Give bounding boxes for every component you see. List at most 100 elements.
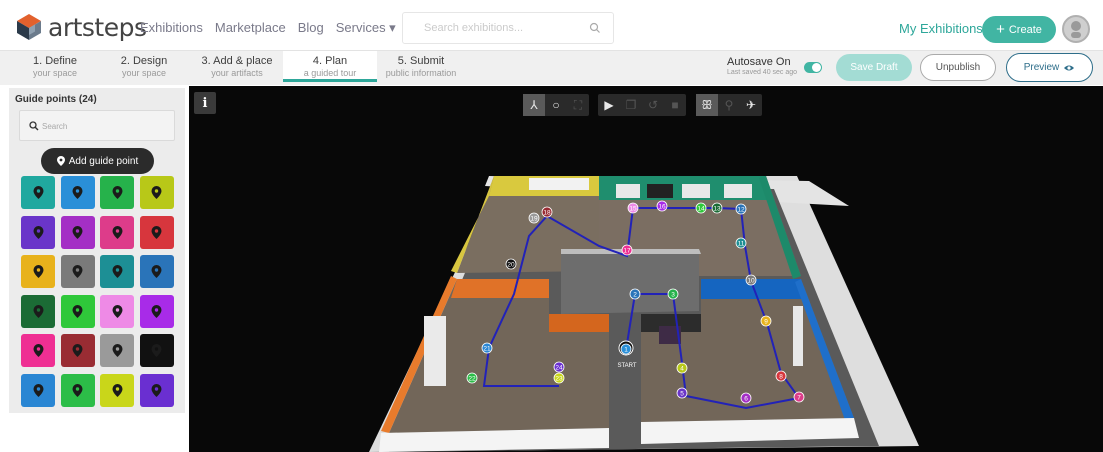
route-guide-point[interactable]: 4 (676, 362, 688, 374)
map-pin-icon (112, 384, 122, 397)
top-navbar: artsteps Exhibitions Marketplace Blog Se… (0, 0, 1103, 52)
guide-points-search-input[interactable] (42, 122, 152, 131)
guide-point-tile[interactable] (100, 176, 134, 209)
route-guide-point[interactable]: 19 (528, 212, 540, 224)
play-tour-icon[interactable]: ▶ (598, 94, 620, 116)
guide-point-tile[interactable] (60, 215, 95, 249)
route-guide-point[interactable]: 11 (735, 237, 747, 249)
guide-point-tile[interactable] (60, 374, 95, 407)
route-guide-point[interactable]: 16 (656, 200, 668, 212)
my-exhibitions-link[interactable]: My Exhibitions (899, 21, 983, 36)
guide-point-tile[interactable] (139, 176, 174, 209)
route-guide-point[interactable]: 21 (481, 342, 493, 354)
nav-marketplace[interactable]: Marketplace (215, 20, 286, 36)
preview-button[interactable]: Preview (1006, 53, 1093, 82)
copy-icon[interactable]: ❐ (620, 94, 642, 116)
route-guide-point[interactable]: 9 (760, 315, 772, 327)
fullscreen-icon[interactable]: ⛶ (567, 94, 589, 116)
guide-point-tile[interactable] (60, 334, 95, 368)
artsteps-logo[interactable]: artsteps (14, 12, 147, 42)
guide-point-tile[interactable] (139, 334, 174, 368)
guide-point-tile[interactable] (60, 176, 95, 209)
create-button[interactable]: + Create (982, 16, 1056, 43)
step-add-place[interactable]: 3. Add & place your artifacts (190, 55, 284, 78)
route-guide-point[interactable]: 24 (553, 361, 565, 373)
undo-icon[interactable]: ↺ (642, 94, 664, 116)
search-icon (29, 121, 39, 131)
svg-text:1: 1 (624, 347, 628, 354)
route-guide-point[interactable]: 10 (745, 274, 757, 286)
drone-view-icon[interactable]: ✈ (740, 94, 762, 116)
svg-text:17: 17 (623, 248, 631, 255)
route-guide-point[interactable]: 8 (775, 370, 787, 382)
svg-text:11: 11 (738, 241, 745, 248)
step-design[interactable]: 2. Design your space (97, 55, 191, 78)
map-pin-icon (151, 304, 162, 318)
route-guide-point[interactable]: 2 (629, 288, 641, 300)
add-guide-point-button[interactable]: Add guide point (41, 148, 154, 174)
guide-point-tile[interactable] (60, 294, 95, 328)
route-guide-point[interactable]: 7 (793, 391, 805, 403)
svg-text:10: 10 (747, 278, 755, 285)
orbit-view-icon[interactable]: ꕥ (696, 94, 718, 116)
guide-point-tile[interactable] (21, 215, 55, 249)
route-guide-point[interactable]: 15 (627, 202, 639, 214)
route-guide-point[interactable]: 6 (740, 392, 752, 404)
route-guide-point[interactable]: 3 (667, 288, 679, 300)
route-guide-point[interactable]: 13 (711, 202, 723, 214)
move-icon[interactable]: ⅄ (523, 94, 545, 116)
walk-view-icon[interactable]: ⚲ (718, 94, 740, 116)
search-input[interactable] (424, 22, 584, 34)
route-guide-point[interactable]: 20 (505, 258, 517, 270)
search-icon[interactable] (589, 22, 601, 34)
guide-point-tile[interactable] (100, 294, 134, 328)
route-guide-point[interactable]: 5 (676, 387, 688, 399)
route-guide-point[interactable]: 14 (695, 202, 707, 214)
guide-point-tile[interactable] (100, 334, 134, 368)
svg-text:16: 16 (658, 204, 666, 211)
step-subtitle: your space (121, 68, 167, 78)
rotate-icon[interactable]: ○ (545, 94, 567, 116)
guide-point-tile[interactable] (139, 294, 174, 328)
nav-exhibitions[interactable]: Exhibitions (140, 20, 203, 36)
guide-point-tile[interactable] (100, 255, 134, 289)
svg-text:23: 23 (555, 376, 563, 383)
guide-point-tile[interactable] (21, 255, 55, 289)
step-plan[interactable]: 4. Plan a guided tour (283, 51, 377, 82)
map-pin-icon (151, 186, 162, 199)
plus-icon: + (996, 21, 1005, 38)
step-define[interactable]: 1. Define your space (8, 55, 102, 78)
route-guide-point[interactable]: 17 (621, 244, 633, 256)
route-guide-point[interactable]: 12 (735, 203, 747, 215)
nav-blog[interactable]: Blog (298, 20, 324, 36)
user-avatar[interactable] (1062, 15, 1090, 43)
route-guide-point[interactable]: 1 (620, 343, 632, 355)
route-guide-point[interactable]: 23 (553, 372, 565, 384)
save-draft-button[interactable]: Save Draft (836, 54, 912, 81)
floorplan-scene[interactable]: START 12 3456 789101112131415 1617181920212… (189, 86, 1103, 452)
step-title: 1. Define (32, 55, 78, 67)
unpublish-button[interactable]: Unpublish (920, 54, 996, 81)
guide-point-tile[interactable] (60, 255, 95, 289)
map-pin-icon (33, 225, 43, 239)
delete-icon[interactable]: ■ (664, 94, 686, 116)
nav-services[interactable]: Services ▾ (336, 20, 396, 36)
route-guide-point[interactable]: 22 (466, 372, 478, 384)
guide-point-tile[interactable] (21, 294, 55, 328)
guide-point-tile[interactable] (21, 334, 55, 368)
guide-point-tile[interactable] (21, 374, 55, 407)
preview-label: Preview (1023, 62, 1060, 73)
guide-point-tile[interactable] (21, 176, 55, 209)
step-submit[interactable]: 5. Submit public information (374, 55, 468, 78)
guide-point-tile[interactable] (100, 374, 134, 407)
map-pin-icon (72, 304, 83, 318)
guide-point-tile[interactable] (139, 215, 174, 249)
autosave-toggle[interactable] (804, 62, 822, 73)
guide-point-tile[interactable] (100, 215, 134, 249)
route-guide-point[interactable]: 18 (541, 206, 553, 218)
guide-point-tile[interactable] (139, 374, 174, 407)
eye-icon (1064, 65, 1075, 70)
guide-point-tile[interactable] (139, 255, 174, 289)
info-button[interactable]: i (194, 92, 216, 114)
3d-viewport[interactable]: START 1 2 3 4 5 6 7 8 9 10 11 12 13 14 15 16 17 18 19 20 21 2… (189, 86, 1103, 452)
